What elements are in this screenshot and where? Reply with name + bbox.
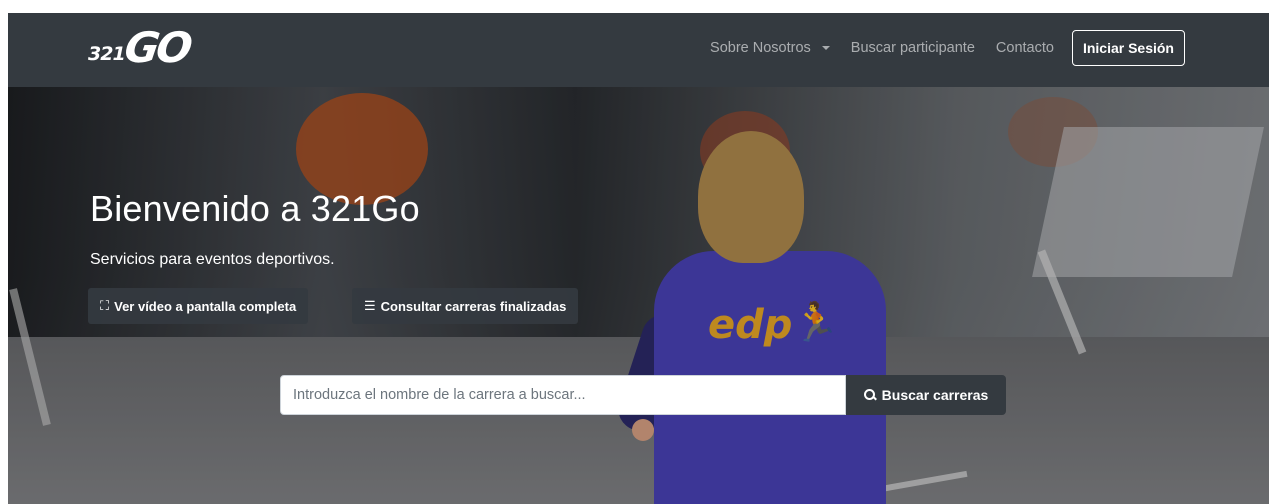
fullscreen-video-button[interactable]: ⛶ Ver vídeo a pantalla completa bbox=[88, 288, 309, 324]
321go-logo[interactable]: 321 GO bbox=[88, 21, 192, 75]
fullscreen-video-label: Ver vídeo a pantalla completa bbox=[114, 298, 297, 314]
nav-search-participant[interactable]: Buscar participante bbox=[851, 40, 975, 56]
search-races-button[interactable]: Buscar carreras bbox=[846, 375, 1006, 415]
hero-subtitle: Servicios para eventos deportivos. bbox=[90, 251, 335, 268]
nav-links: Sobre Nosotros Buscar participante Conta… bbox=[689, 28, 1185, 68]
hero-section: edp 🏃 Bienvenido a 321Go Servicios para … bbox=[8, 87, 1269, 504]
race-search-input[interactable] bbox=[280, 375, 846, 415]
search-icon bbox=[863, 389, 876, 401]
top-navbar: 321 GO Sobre Nosotros Buscar participant… bbox=[8, 13, 1269, 87]
nav-contact[interactable]: Contacto bbox=[996, 40, 1054, 56]
logo-word: GO bbox=[121, 23, 193, 72]
nav-about-dropdown[interactable]: Sobre Nosotros bbox=[710, 40, 830, 56]
hero-title: Bienvenido a 321Go bbox=[90, 188, 420, 229]
page-frame: 321 GO Sobre Nosotros Buscar participant… bbox=[8, 13, 1269, 504]
finished-races-label: Consultar carreras finalizadas bbox=[380, 298, 567, 314]
finished-races-button[interactable]: ☰ Consultar carreras finalizadas bbox=[352, 288, 579, 324]
login-button[interactable]: Iniciar Sesión bbox=[1071, 30, 1185, 66]
logo-numbers: 321 bbox=[88, 43, 126, 65]
nav-about-label: Sobre Nosotros bbox=[710, 40, 811, 56]
search-races-label: Buscar carreras bbox=[881, 387, 989, 403]
caret-down-icon bbox=[821, 46, 830, 50]
fullscreen-icon: ⛶ bbox=[100, 298, 110, 313]
list-icon: ☰ bbox=[364, 298, 376, 313]
